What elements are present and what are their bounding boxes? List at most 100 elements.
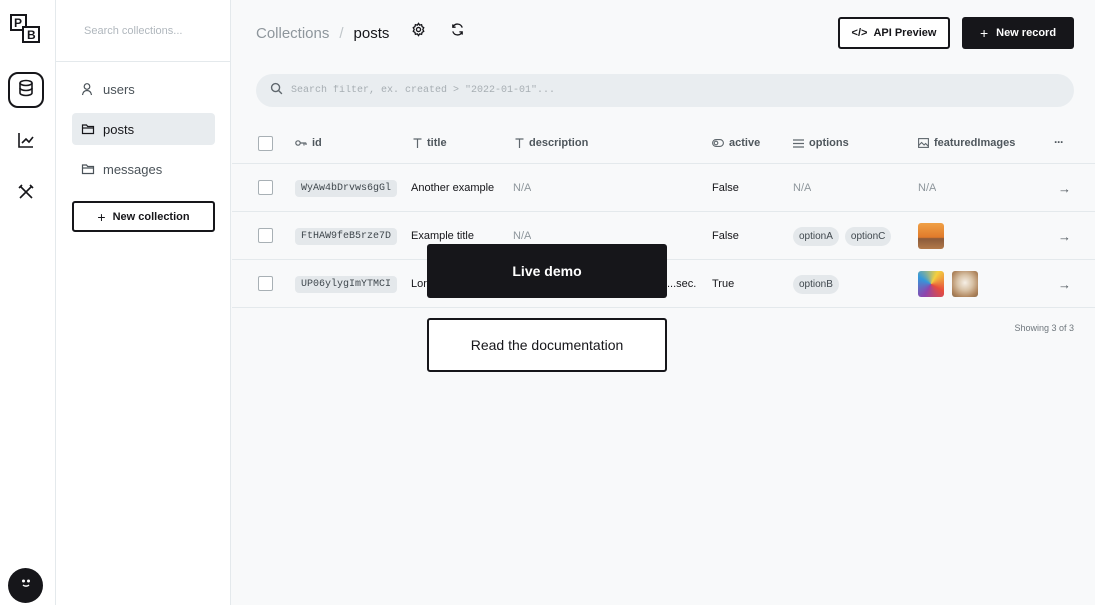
image-thumbnail[interactable] bbox=[952, 271, 978, 297]
rail-collections-button[interactable] bbox=[8, 72, 44, 108]
cell-title: Lor bbox=[411, 278, 427, 290]
folder-icon bbox=[81, 162, 95, 176]
plus-icon: + bbox=[97, 208, 106, 225]
cell-description: N/A bbox=[513, 182, 532, 194]
new-collection-button[interactable]: + New collection bbox=[72, 201, 215, 232]
sidebar-item-users[interactable]: users bbox=[72, 73, 215, 105]
cell-id: WyAw4bDrvws6gGl bbox=[295, 164, 398, 212]
pocketbase-logo[interactable]: P B bbox=[10, 14, 41, 44]
collections-search-input[interactable] bbox=[72, 14, 222, 48]
image-thumbnail[interactable] bbox=[918, 271, 944, 297]
row-checkbox[interactable] bbox=[258, 276, 273, 291]
records-count: Showing 3 of 3 bbox=[1014, 323, 1074, 333]
live-demo-button[interactable]: Live demo bbox=[427, 244, 667, 298]
id-pill[interactable]: FtHAW9feB5rze7D bbox=[295, 227, 398, 245]
option-pill: optionB bbox=[793, 274, 839, 294]
filter-bar bbox=[256, 74, 1074, 107]
chart-line-icon bbox=[17, 131, 35, 154]
app-rail: P B bbox=[0, 0, 56, 605]
plus-icon: + bbox=[979, 25, 989, 41]
column-header-id[interactable]: id bbox=[295, 137, 322, 149]
code-icon: </> bbox=[851, 27, 868, 39]
cell-id: UP06ylygImYTMCI bbox=[295, 260, 398, 308]
user-icon bbox=[81, 82, 95, 96]
cell-options: optionA optionC bbox=[793, 212, 897, 260]
collections-sidebar: users posts messages + New collection bbox=[56, 0, 231, 605]
row-checkbox[interactable] bbox=[258, 228, 273, 243]
logo-letter-p: P bbox=[14, 16, 22, 30]
column-label: title bbox=[427, 137, 447, 149]
sidebar-item-label: posts bbox=[103, 121, 135, 137]
column-label: id bbox=[312, 137, 322, 149]
column-header-title[interactable]: title bbox=[413, 137, 447, 149]
new-record-button[interactable]: + New record bbox=[962, 17, 1074, 49]
column-label: description bbox=[529, 137, 589, 149]
option-pill: optionA bbox=[793, 226, 839, 246]
image-icon bbox=[918, 138, 929, 148]
sidebar-item-label: users bbox=[103, 81, 135, 97]
id-pill[interactable]: UP06ylygImYTMCI bbox=[295, 275, 398, 293]
row-arrow-right-icon: → bbox=[1058, 228, 1071, 244]
columns-menu-button[interactable]: ··· bbox=[1054, 135, 1064, 149]
sidebar-item-messages[interactable]: messages bbox=[72, 153, 215, 185]
key-icon bbox=[295, 138, 307, 148]
refresh-icon bbox=[450, 22, 465, 42]
search-icon bbox=[270, 82, 283, 100]
database-icon bbox=[17, 79, 35, 102]
filter-search-input[interactable] bbox=[291, 85, 1051, 96]
avatar-smile-icon bbox=[19, 576, 33, 595]
row-arrow-right-icon: → bbox=[1058, 276, 1071, 292]
list-icon bbox=[793, 138, 804, 148]
image-thumbnail[interactable] bbox=[918, 223, 944, 249]
sidebar-item-posts[interactable]: posts bbox=[72, 113, 215, 145]
cell-featuredimages: N/A bbox=[918, 182, 937, 194]
api-preview-label: API Preview bbox=[873, 27, 937, 39]
tools-icon bbox=[17, 183, 35, 206]
cell-featuredimages bbox=[918, 212, 952, 260]
row-checkbox[interactable] bbox=[258, 180, 273, 195]
text-icon bbox=[413, 138, 422, 148]
breadcrumb-separator: / bbox=[339, 24, 344, 42]
column-header-featuredimages[interactable]: featuredImages bbox=[918, 137, 1015, 149]
select-all-checkbox[interactable] bbox=[258, 136, 273, 151]
table-row[interactable]: WyAw4bDrvws6gGl Another example N/A Fals… bbox=[232, 164, 1095, 212]
rail-logs-button[interactable] bbox=[8, 124, 44, 160]
text-icon bbox=[515, 138, 524, 148]
column-header-description[interactable]: description bbox=[515, 137, 588, 149]
read-documentation-button[interactable]: Read the documentation bbox=[427, 318, 667, 372]
column-label: active bbox=[729, 137, 761, 149]
breadcrumb: Collections / posts bbox=[256, 22, 389, 44]
cell-title: Another example bbox=[411, 182, 495, 194]
cell-id: FtHAW9feB5rze7D bbox=[295, 212, 398, 260]
user-avatar[interactable] bbox=[8, 568, 43, 603]
cell-active: False bbox=[712, 230, 739, 242]
column-header-active[interactable]: active bbox=[712, 137, 760, 149]
breadcrumb-collections[interactable]: Collections bbox=[256, 25, 329, 42]
cell-active: False bbox=[712, 182, 739, 194]
id-pill[interactable]: WyAw4bDrvws6gGl bbox=[295, 179, 398, 197]
rail-settings-button[interactable] bbox=[8, 176, 44, 212]
row-arrow-right-icon: → bbox=[1058, 180, 1071, 196]
refresh-button[interactable] bbox=[449, 22, 465, 42]
api-preview-button[interactable]: </> API Preview bbox=[838, 17, 950, 49]
gear-icon bbox=[411, 22, 426, 42]
sidebar-item-label: messages bbox=[103, 161, 163, 177]
new-collection-label: New collection bbox=[112, 210, 190, 223]
column-label: options bbox=[809, 137, 849, 149]
more-icon: ··· bbox=[1054, 135, 1064, 149]
breadcrumb-current: posts bbox=[353, 24, 390, 42]
cell-active: True bbox=[712, 278, 735, 290]
logo-letter-b: B bbox=[27, 28, 36, 42]
folder-icon bbox=[81, 122, 95, 136]
toggle-icon bbox=[712, 139, 724, 147]
table-header: id title description active options feat… bbox=[232, 123, 1095, 164]
collection-settings-button[interactable] bbox=[410, 22, 426, 42]
sidebar-divider bbox=[56, 61, 231, 62]
cell-description: ...sec... bbox=[667, 278, 697, 290]
cell-options: optionB bbox=[793, 260, 845, 308]
new-record-label: New record bbox=[996, 27, 1057, 39]
option-pill: optionC bbox=[844, 226, 892, 246]
cell-featuredimages bbox=[918, 260, 986, 308]
column-label: featuredImages bbox=[934, 137, 1016, 149]
column-header-options[interactable]: options bbox=[793, 137, 849, 149]
